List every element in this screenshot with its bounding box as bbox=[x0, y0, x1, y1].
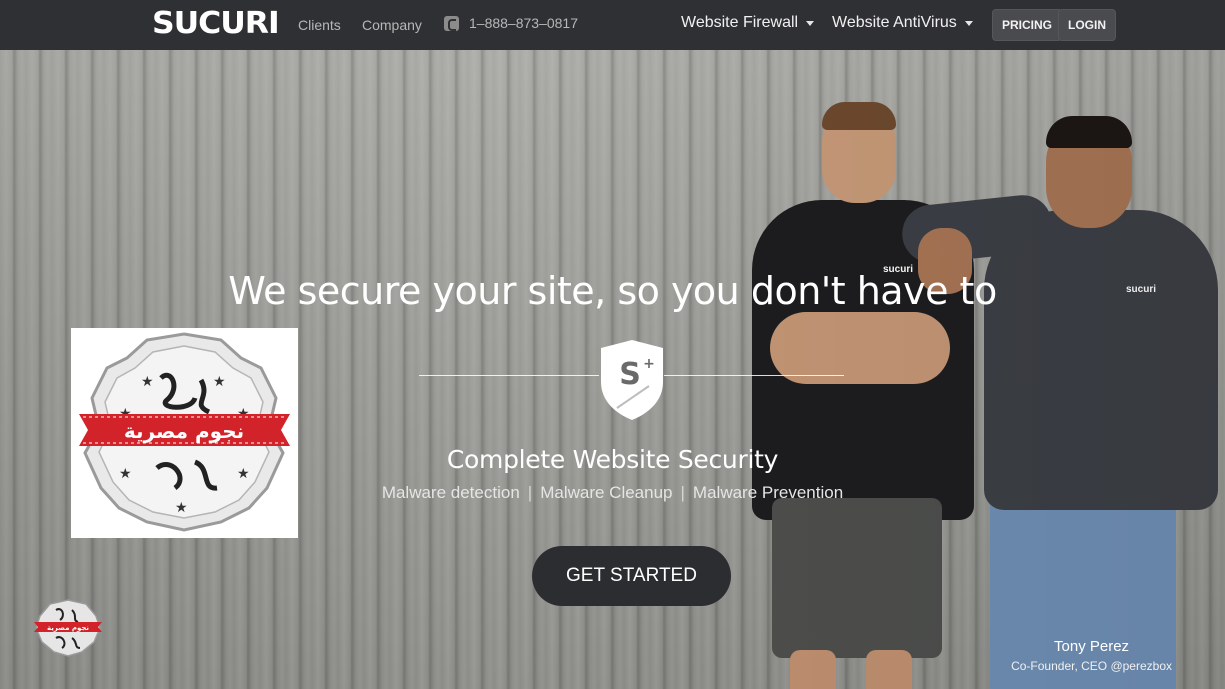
stamp-emblem-icon: ★★ ★★ ★★ ★ نجوم مصرية bbox=[79, 332, 290, 532]
feature-separator: | bbox=[527, 483, 533, 502]
person-right-hair bbox=[1046, 116, 1132, 148]
person-right-arm bbox=[899, 192, 1055, 266]
get-started-button[interactable]: GET STARTED bbox=[532, 546, 731, 606]
photo-caption: Tony Perez Co-Founder, CEO @perezbox bbox=[1011, 638, 1172, 673]
chevron-down-icon bbox=[964, 20, 973, 26]
top-nav: SUCURI Clients Company 1–888–873–0817 We… bbox=[0, 0, 1225, 50]
watermark-stamp-large: ★★ ★★ ★★ ★ نجوم مصرية bbox=[71, 328, 298, 538]
person-left-shorts bbox=[772, 498, 942, 658]
caption-name: Tony Perez bbox=[1054, 638, 1130, 655]
hero-headline: We secure your site, so you don't have t… bbox=[228, 269, 997, 313]
watermark-text: نجوم مصرية bbox=[47, 624, 89, 632]
svg-text:+: + bbox=[643, 356, 655, 372]
svg-text:★: ★ bbox=[119, 466, 132, 482]
svg-text:★: ★ bbox=[175, 500, 188, 516]
watermark-stamp-small: نجوم مصرية bbox=[32, 598, 104, 658]
person-left-hair bbox=[822, 102, 896, 130]
person-left-leg bbox=[866, 650, 912, 689]
phone-text: 1–888–873–0817 bbox=[469, 15, 579, 31]
hero-section: sucuri sucuri We secure your site, so yo… bbox=[0, 50, 1225, 689]
watermark-text: نجوم مصرية bbox=[124, 419, 244, 443]
person-left-arms bbox=[770, 312, 950, 384]
person-left-head bbox=[822, 105, 896, 203]
caption-title: Co-Founder, CEO @perezbox bbox=[1011, 659, 1172, 673]
svg-text:★: ★ bbox=[141, 374, 154, 390]
phone-number[interactable]: 1–888–873–0817 bbox=[444, 15, 578, 31]
feature-separator: | bbox=[680, 483, 685, 502]
sucuri-logo[interactable]: SUCURI bbox=[152, 8, 280, 40]
phone-icon bbox=[444, 15, 459, 31]
nav-link-company[interactable]: Company bbox=[362, 17, 422, 33]
nav-link-clients[interactable]: Clients bbox=[298, 17, 341, 33]
dropdown-website-antivirus[interactable]: Website AntiVirus bbox=[832, 14, 973, 32]
svg-text:S: S bbox=[619, 357, 641, 392]
stamp-emblem-icon: نجوم مصرية bbox=[34, 599, 102, 657]
svg-text:★: ★ bbox=[213, 374, 226, 390]
divider-left bbox=[419, 375, 599, 376]
person-right-head bbox=[1046, 120, 1132, 228]
dropdown-website-firewall[interactable]: Website Firewall bbox=[681, 14, 815, 32]
dropdown-label: Website Firewall bbox=[681, 14, 799, 31]
feature-item: Malware Cleanup bbox=[540, 483, 673, 502]
feature-item: Malware detection bbox=[381, 483, 520, 502]
svg-text:★: ★ bbox=[237, 466, 250, 482]
login-button[interactable]: LOGIN bbox=[1058, 9, 1116, 41]
dropdown-label: Website AntiVirus bbox=[832, 14, 957, 31]
chevron-down-icon bbox=[806, 20, 815, 26]
person-left-leg bbox=[790, 650, 836, 689]
divider-right bbox=[664, 375, 844, 376]
feature-item: Malware Prevention bbox=[692, 483, 844, 502]
shield-logo-icon: S + bbox=[601, 340, 663, 420]
pricing-button[interactable]: PRICING bbox=[992, 9, 1063, 41]
